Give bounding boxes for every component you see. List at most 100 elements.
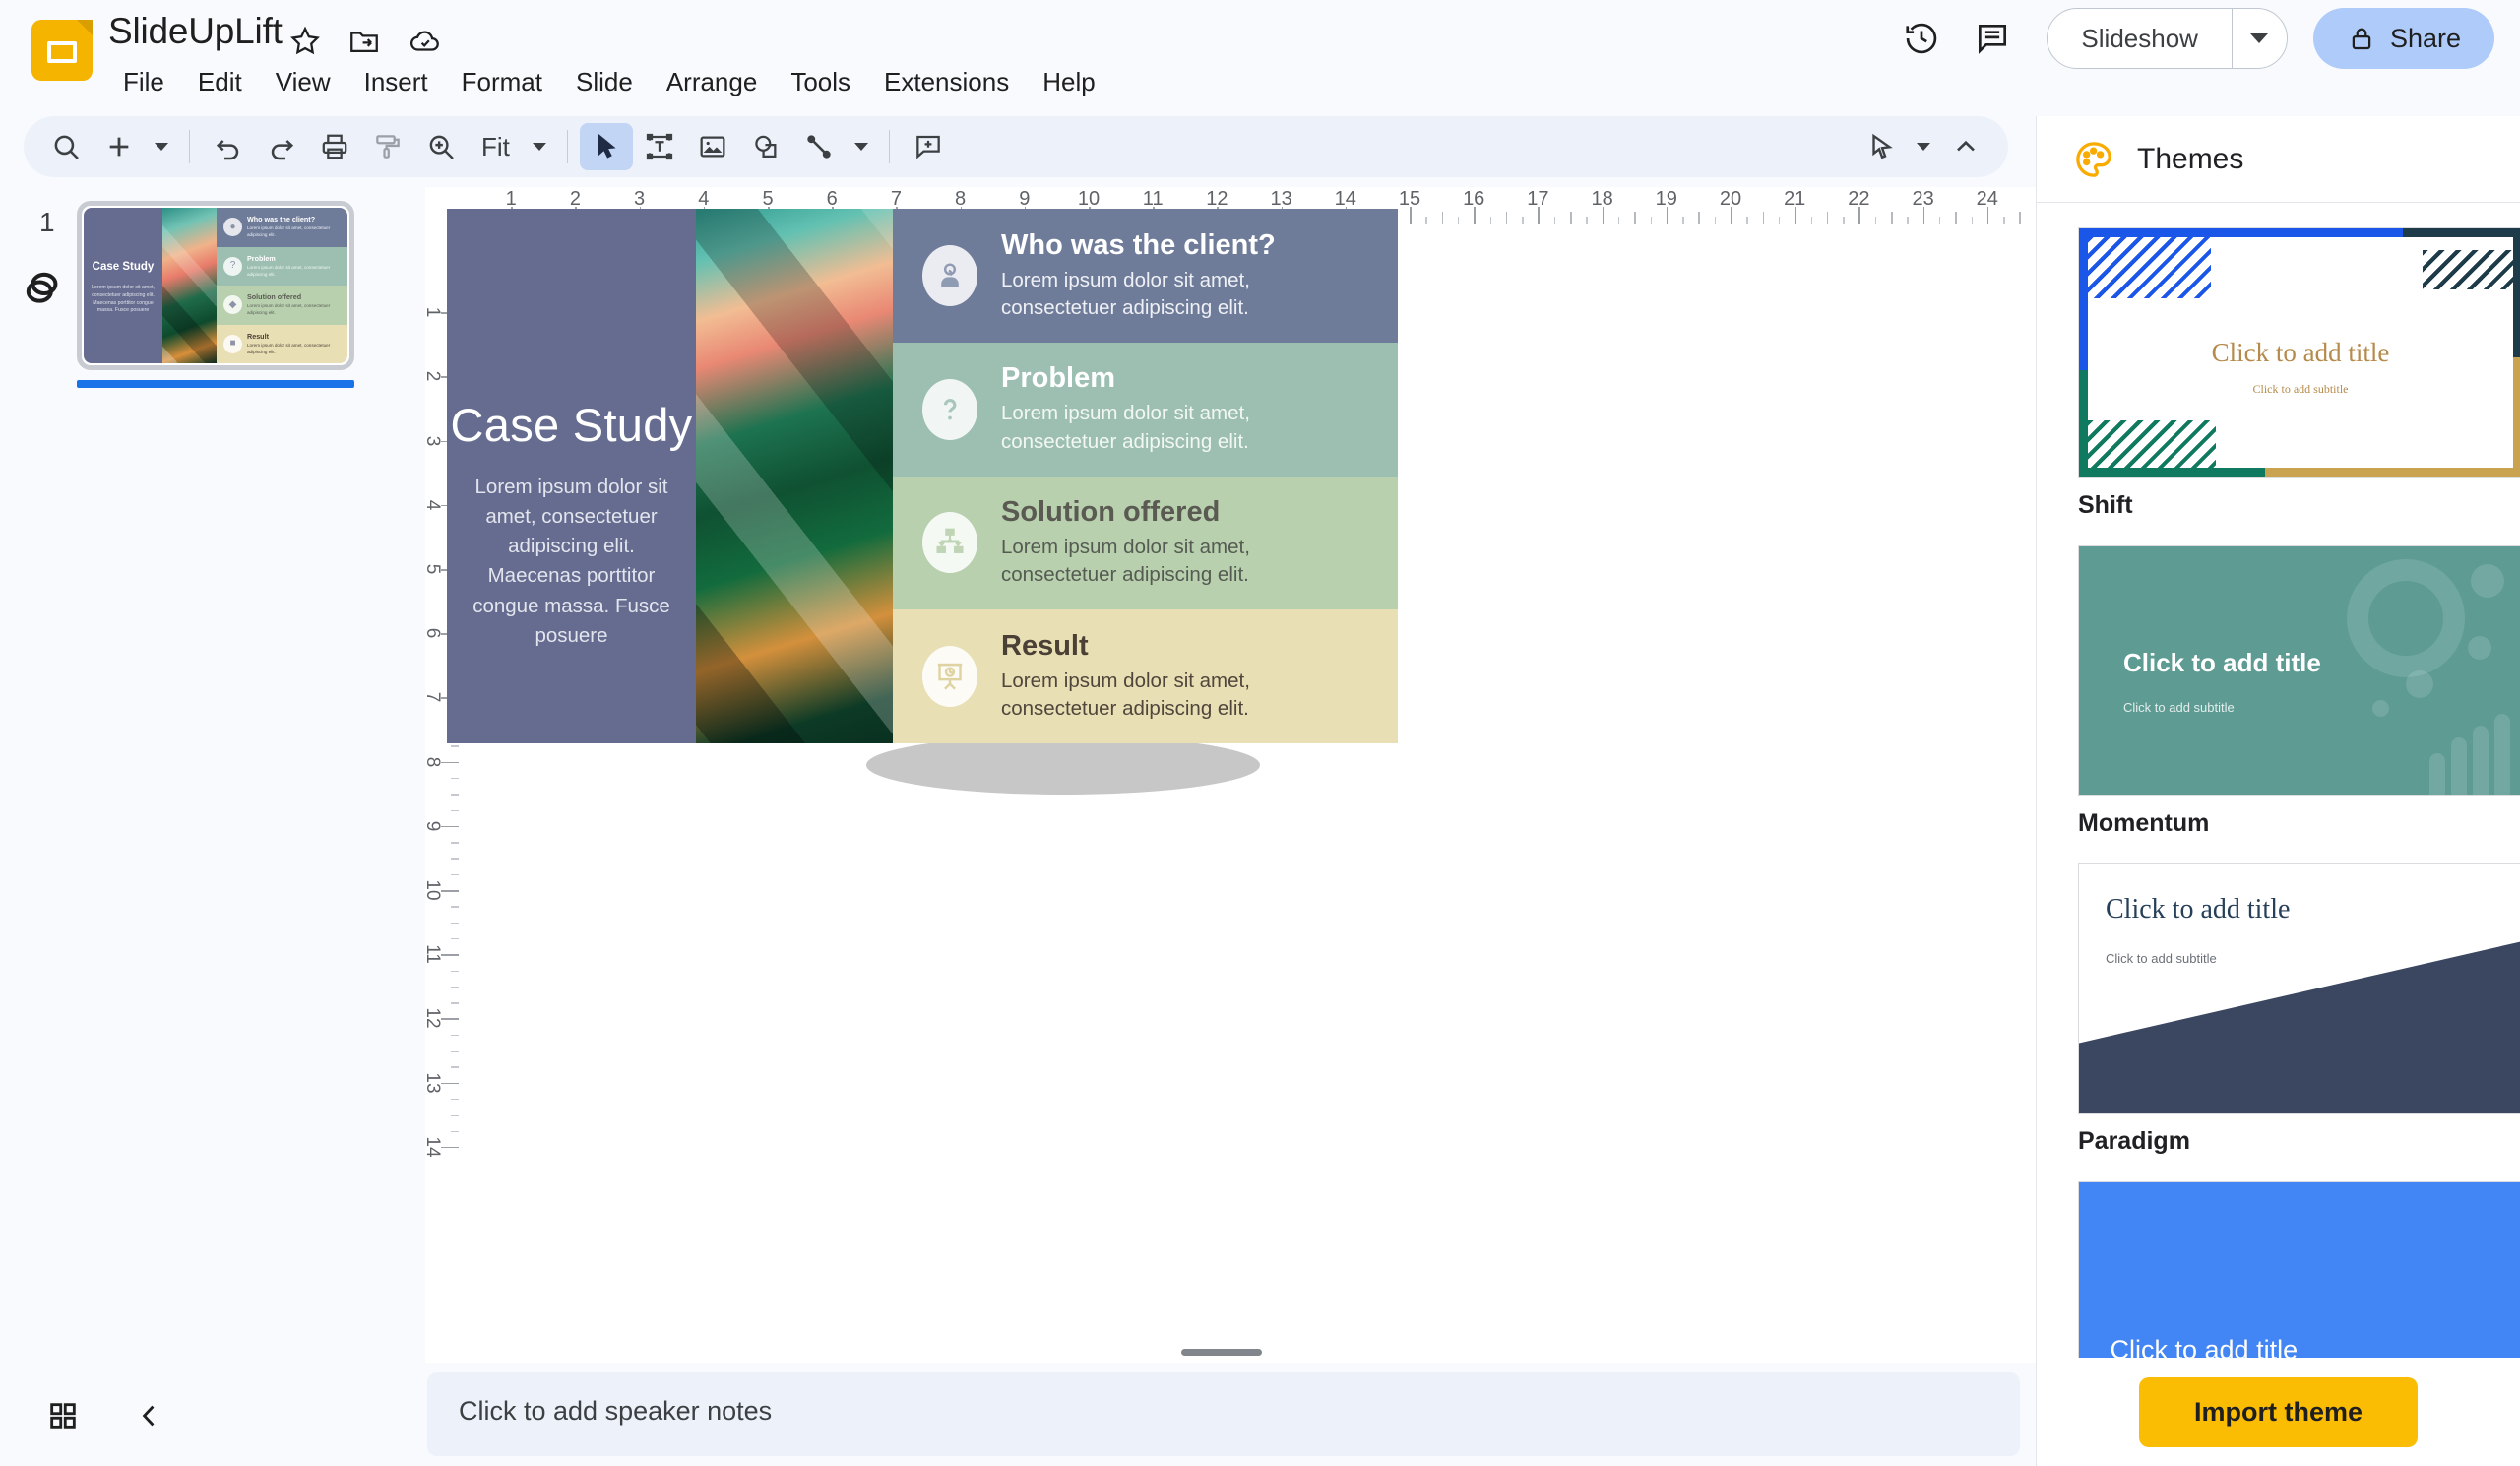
menu-item-file[interactable]: File — [106, 59, 181, 105]
line-icon[interactable] — [792, 123, 846, 170]
theme-thumbnail-paradigm[interactable]: Click to add title Click to add subtitle — [2078, 863, 2520, 1114]
notes-resize-handle[interactable] — [1181, 1349, 1262, 1356]
slide-left-panel[interactable]: Case Study Lorem ipsum dolor sit amet, c… — [447, 209, 696, 743]
menu-item-extensions[interactable]: Extensions — [867, 59, 1026, 105]
laser-dropdown-icon[interactable] — [1908, 125, 1939, 168]
themes-panel-title: Themes — [2137, 142, 2244, 175]
menu-item-view[interactable]: View — [259, 59, 347, 105]
share-button[interactable]: Share — [2312, 8, 2494, 69]
menu-item-arrange[interactable]: Arrange — [650, 59, 775, 105]
ruler-label: 17 — [1527, 188, 1549, 210]
slideshow-dropdown-button[interactable] — [2231, 9, 2287, 68]
slide-card-solution-offered[interactable]: Solution offered Lorem ipsum dolor sit a… — [893, 476, 1398, 610]
ruler-tick-minor — [1489, 217, 1491, 224]
ruler-tick-minor — [1457, 217, 1460, 224]
menu-item-insert[interactable]: Insert — [347, 59, 445, 105]
themes-list[interactable]: Click to add title Click to add subtitle… — [2037, 204, 2520, 1358]
chevron-down-icon — [2250, 33, 2269, 43]
laser-pointer-icon[interactable] — [1855, 123, 1908, 170]
zoom-level-label[interactable]: Fit — [468, 132, 524, 162]
redo-icon[interactable] — [255, 123, 308, 170]
slide-card-1-heading: Who was the client? — [1001, 228, 1276, 261]
grid-view-icon[interactable] — [37, 1390, 89, 1441]
shape-icon[interactable] — [739, 123, 792, 170]
version-history-icon[interactable] — [1891, 8, 1952, 69]
slide-body-text[interactable]: Lorem ipsum dolor sit amet, consectetuer… — [472, 473, 670, 651]
paint-format-icon[interactable] — [361, 123, 414, 170]
theme-thumbnail-shift[interactable]: Click to add title Click to add subtitle — [2078, 227, 2520, 478]
linked-slide-icon[interactable] — [20, 266, 65, 311]
ruler-label: 11 — [422, 944, 443, 965]
ruler-label: 13 — [422, 1072, 443, 1094]
comment-icon[interactable] — [1962, 8, 2023, 69]
menu-item-tools[interactable]: Tools — [774, 59, 867, 105]
slide-title[interactable]: Case Study — [447, 398, 696, 452]
add-comment-icon[interactable] — [902, 123, 955, 170]
toolbar-divider — [189, 130, 190, 163]
insert-image-icon[interactable] — [686, 123, 739, 170]
thumb-card-3-heading: Solution offered — [247, 292, 302, 302]
collapse-toolbar-icon[interactable] — [1939, 123, 1992, 170]
ruler-tick-minor — [451, 1034, 459, 1037]
zoom-dropdown-icon[interactable] — [524, 125, 555, 168]
menu-item-format[interactable]: Format — [445, 59, 559, 105]
shift-stripe-tr — [2423, 250, 2513, 289]
slide-card-who-was-the-client[interactable]: Who was the client? Lorem ipsum dolor si… — [893, 209, 1398, 343]
cloud-saved-icon[interactable] — [406, 22, 445, 61]
theme-thumbnail-4[interactable]: Click to add title Click to add subtitle — [2078, 1181, 2520, 1358]
menu-item-slide[interactable]: Slide — [559, 59, 650, 105]
theme-item-4[interactable]: Click to add title Click to add subtitle — [2078, 1181, 2520, 1358]
print-icon[interactable] — [308, 123, 361, 170]
ruler-label: 14 — [1334, 188, 1356, 210]
slide-filmstrip: 1 Case Study Lorem ipsum dolor sit amet,… — [0, 189, 425, 1363]
new-slide-dropdown-icon[interactable] — [146, 125, 177, 168]
thumb-card-2-heading: Problem — [247, 253, 276, 263]
menu-item-edit[interactable]: Edit — [181, 59, 259, 105]
ruler-label: 3 — [422, 435, 443, 446]
theme-item-paradigm[interactable]: Click to add title Click to add subtitle… — [2078, 863, 2520, 1156]
themes-panel-header: Themes — [2037, 116, 2520, 203]
theme-item-momentum[interactable]: Click to add title Click to add subtitle… — [2078, 545, 2520, 838]
text-box-icon[interactable] — [633, 123, 686, 170]
move-to-folder-icon[interactable] — [345, 22, 384, 61]
ruler-tick-minor — [2003, 217, 2005, 224]
search-icon[interactable] — [39, 123, 93, 170]
undo-icon[interactable] — [202, 123, 255, 170]
slide-editor-surface[interactable]: Case Study Lorem ipsum dolor sit amet, c… — [447, 209, 1398, 743]
star-icon[interactable] — [285, 22, 325, 61]
ruler-label: 9 — [1019, 188, 1031, 210]
shift-subtitle-placeholder: Click to add subtitle — [2252, 382, 2349, 397]
ruler-tick-minor — [451, 937, 459, 940]
slideshow-button[interactable]: Slideshow — [2048, 9, 2232, 68]
slide-card-result[interactable]: Result Lorem ipsum dolor sit amet, conse… — [893, 609, 1398, 743]
slide-cards-column: Who was the client? Lorem ipsum dolor si… — [893, 209, 1398, 743]
import-theme-button[interactable]: Import theme — [2138, 1376, 2419, 1447]
thumb-card-2-text: Lorem ipsum dolor sit amet, consectetuer… — [247, 264, 331, 277]
select-tool-icon[interactable] — [579, 123, 633, 170]
thumb-card-1-heading: Who was the client? — [247, 215, 316, 224]
thumb-card-4-heading: Result — [247, 331, 269, 341]
slide-card-problem[interactable]: Problem Lorem ipsum dolor sit amet, cons… — [893, 342, 1398, 477]
slide-photo-image[interactable] — [696, 209, 893, 743]
menu-item-help[interactable]: Help — [1026, 59, 1111, 105]
ruler-tick-minor — [1650, 217, 1652, 224]
ruler-label: 12 — [1206, 188, 1228, 210]
collapse-filmstrip-icon[interactable] — [124, 1390, 175, 1441]
slide-thumbnail[interactable]: Case Study Lorem ipsum dolor sit amet, c… — [77, 201, 354, 370]
ruler-tick-minor — [1843, 217, 1845, 224]
ruler-tick-minor — [1826, 212, 1829, 224]
zoom-icon[interactable] — [414, 123, 468, 170]
theme-item-shift[interactable]: Click to add title Click to add subtitle… — [2078, 227, 2520, 520]
main-toolbar: Fit — [24, 116, 2008, 177]
ruler-tick-minor — [1891, 212, 1893, 224]
ruler-tick-minor — [1971, 217, 1973, 224]
speaker-notes-field[interactable]: Click to add speaker notes — [427, 1372, 2020, 1456]
line-dropdown-icon[interactable] — [846, 125, 877, 168]
person-speech-icon — [922, 244, 977, 306]
theme-thumbnail-momentum[interactable]: Click to add title Click to add subtitle — [2078, 545, 2520, 796]
document-title[interactable]: SlideUpLift — [108, 11, 283, 52]
filmstrip-slide-1[interactable]: 1 Case Study Lorem ipsum dolor sit amet,… — [0, 189, 425, 388]
new-slide-icon[interactable] — [93, 123, 146, 170]
ruler-tick-minor — [1778, 217, 1781, 224]
ruler-tick-minor — [451, 1098, 459, 1101]
